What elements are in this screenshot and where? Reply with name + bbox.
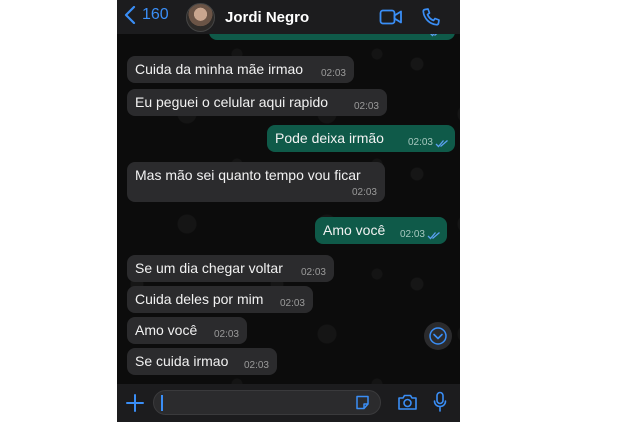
message-time: 02:03 bbox=[399, 229, 425, 240]
message-time: 02:03 bbox=[300, 267, 326, 278]
unread-count: 160 bbox=[142, 6, 169, 23]
message-bubble-incoming[interactable]: Amo você 02:03 bbox=[127, 317, 247, 344]
chevron-left-icon bbox=[124, 6, 136, 24]
scroll-to-bottom-button[interactable] bbox=[424, 322, 452, 350]
message-time: 02:03 bbox=[320, 68, 346, 79]
avatar[interactable] bbox=[186, 3, 215, 32]
message-text: Amo você bbox=[323, 222, 386, 238]
message-text: Cuida deles por mim bbox=[135, 291, 264, 307]
message-bubble-outgoing[interactable]: Amo você 02:03 bbox=[315, 217, 447, 244]
message-time: 02:03 bbox=[279, 298, 305, 309]
message-bubble-incoming[interactable]: Se um dia chegar voltar 02:03 bbox=[127, 255, 334, 282]
video-camera-icon[interactable] bbox=[379, 8, 403, 26]
microphone-icon[interactable] bbox=[433, 391, 447, 413]
message-time: 02:03 bbox=[407, 137, 433, 148]
composer-bar bbox=[117, 384, 460, 422]
message-bubble-incoming[interactable]: Se cuida irmao 02:03 bbox=[127, 348, 277, 375]
sticker-icon[interactable] bbox=[355, 395, 370, 410]
chevron-down-circle-icon bbox=[429, 327, 447, 345]
chat-header: 160 Jordi Negro bbox=[117, 0, 460, 34]
message-text: Cuida da minha mãe irmao bbox=[135, 61, 304, 77]
double-check-icon bbox=[427, 232, 440, 240]
text-caret bbox=[161, 395, 163, 411]
message-text: Mas mão sei quanto tempo vou ficar bbox=[135, 167, 361, 183]
phone-icon[interactable] bbox=[421, 7, 441, 27]
message-bubble-incoming[interactable]: Cuida da minha mãe irmao 02:03 bbox=[127, 56, 354, 83]
message-time: 02:03 bbox=[213, 329, 239, 340]
message-bubble-outgoing[interactable]: Pode deixa irmão 02:03 bbox=[267, 125, 455, 152]
message-text: Pode deixa irmão bbox=[275, 130, 384, 146]
message-bubble-incoming[interactable]: Cuida deles por mim 02:03 bbox=[127, 286, 313, 313]
message-text: Se um dia chegar voltar bbox=[135, 260, 283, 276]
message-text: Eu peguei o celular aqui rapido bbox=[135, 94, 329, 110]
back-button[interactable]: 160 bbox=[124, 6, 169, 24]
message-input[interactable] bbox=[153, 390, 381, 415]
message-bubble-incoming[interactable]: Eu peguei o celular aqui rapido 02:03 bbox=[127, 89, 387, 116]
message-text: Amo você bbox=[135, 322, 198, 338]
message-text: Se cuida irmao bbox=[135, 353, 229, 369]
plus-icon[interactable] bbox=[125, 393, 145, 413]
message-time: 02:03 bbox=[353, 101, 379, 112]
message-time: 02:03 bbox=[243, 360, 269, 371]
contact-name[interactable]: Jordi Negro bbox=[225, 9, 309, 26]
message-time: 02:03 bbox=[351, 187, 377, 198]
camera-icon[interactable] bbox=[397, 393, 418, 411]
message-list[interactable]: 02:02 Cuida da minha mãe irmao 02:03 Eu … bbox=[117, 22, 460, 384]
double-check-icon bbox=[435, 140, 448, 148]
chat-screen: 160 Jordi Negro 02:02 Cuida da minha mãe… bbox=[117, 0, 460, 422]
message-bubble-incoming[interactable]: Mas mão sei quanto tempo vou ficar 02:03 bbox=[127, 162, 385, 202]
